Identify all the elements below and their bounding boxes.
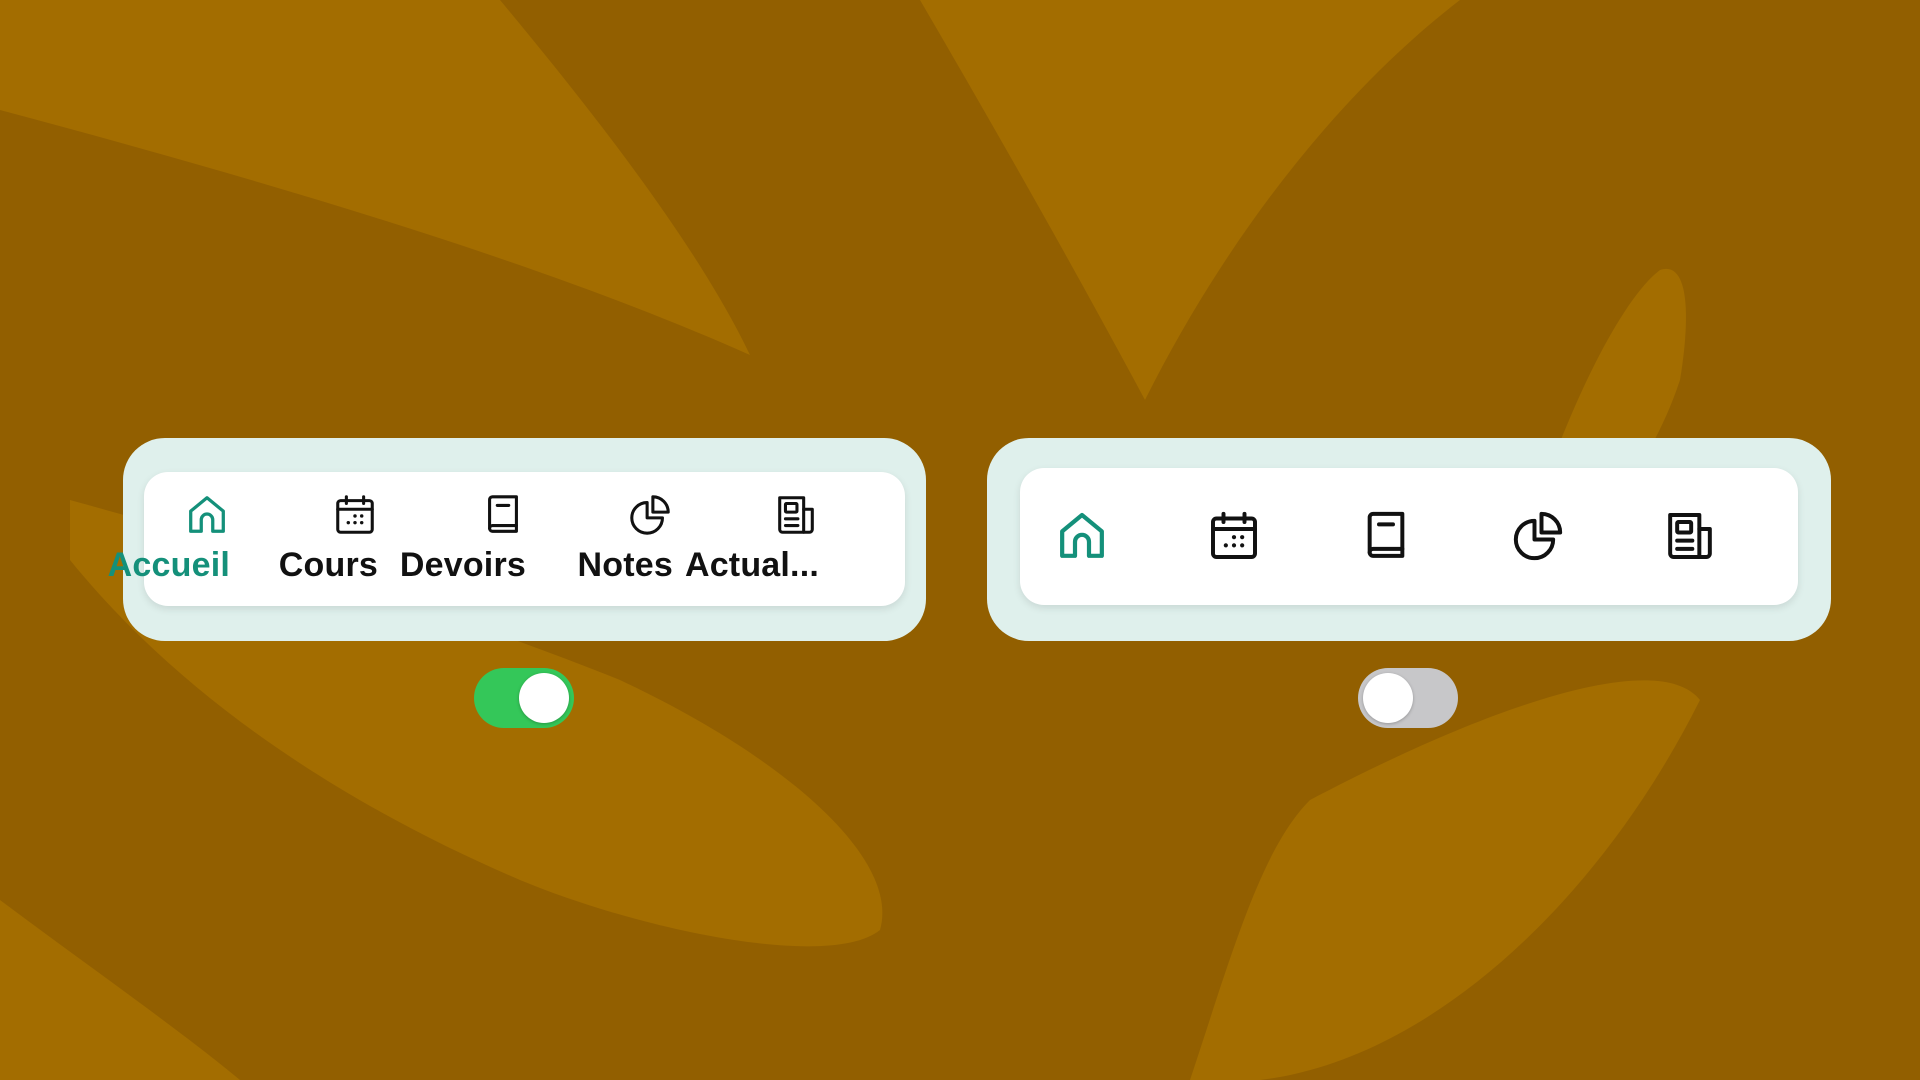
tab-label: Devoirs [399, 546, 527, 584]
labels-toggle-on[interactable] [474, 668, 574, 728]
book-icon [1358, 508, 1414, 564]
labeled-tab-bar-container: Accueil Cours Devoirs Notes Actual... [108, 438, 926, 641]
tab-label: Actual... [684, 546, 819, 584]
tab-label: Cours [278, 546, 379, 584]
calendar-icon [1206, 508, 1262, 564]
toggle-knob [1363, 673, 1413, 723]
pie-chart-icon [627, 492, 673, 538]
home-icon [1054, 508, 1110, 564]
labeled-tab-bar: Accueil Cours Devoirs Notes Actual... [108, 472, 905, 606]
pie-chart-icon [1510, 508, 1566, 564]
book-icon [480, 492, 526, 538]
home-icon [184, 492, 230, 538]
icon-only-tab-bar-container [987, 438, 1831, 641]
toggle-knob [519, 673, 569, 723]
tab-label: Notes [577, 546, 673, 584]
calendar-icon [332, 492, 378, 538]
labels-toggle-off[interactable] [1358, 668, 1458, 728]
newspaper-icon [773, 492, 819, 538]
tab-label: Accueil [107, 546, 230, 584]
icon-only-tab-bar [1020, 468, 1798, 605]
newspaper-icon [1662, 508, 1718, 564]
